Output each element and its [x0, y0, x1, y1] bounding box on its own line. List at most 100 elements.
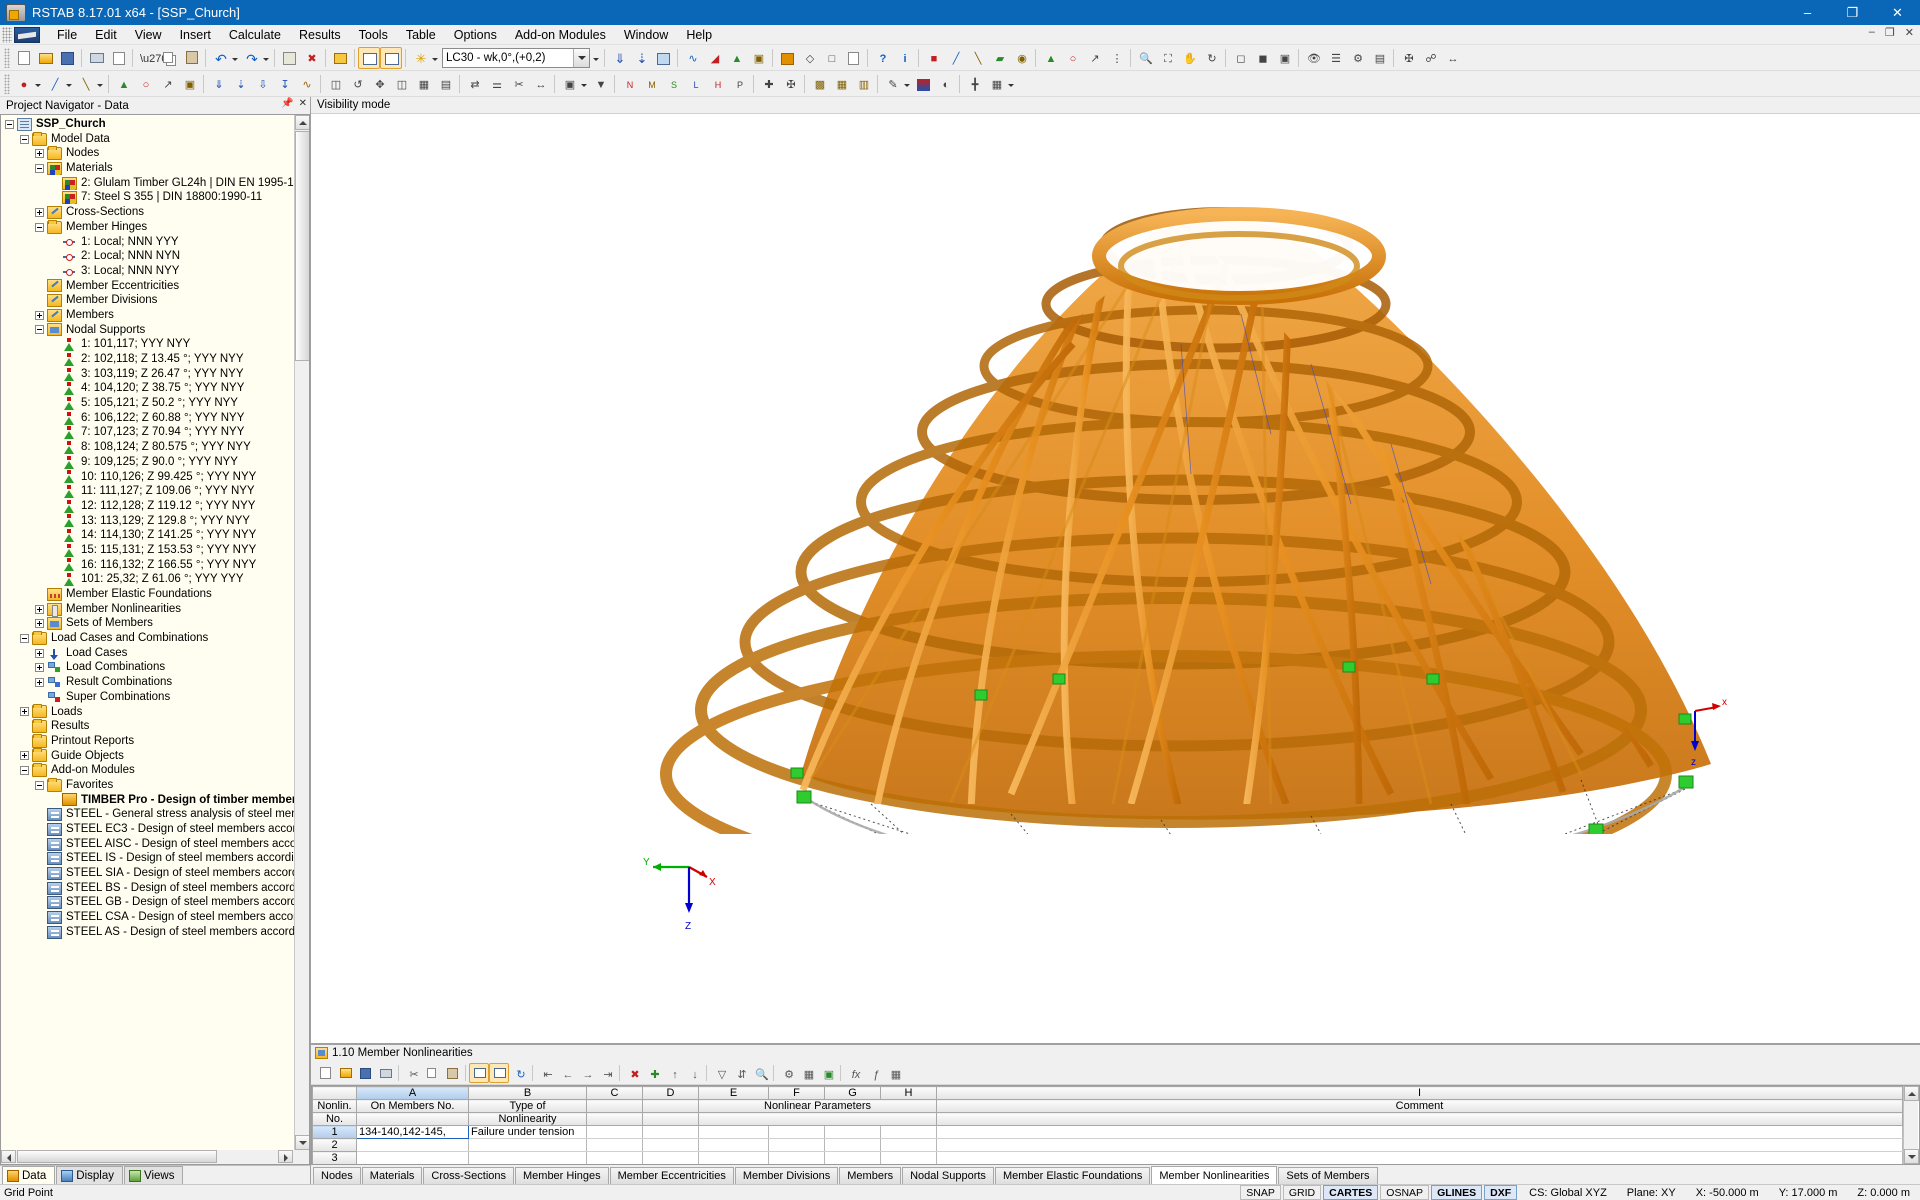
- eccentricity-icon[interactable]: ↗: [1083, 47, 1105, 69]
- row-number-cell[interactable]: 2: [312, 1138, 357, 1153]
- cell-e[interactable]: [698, 1138, 769, 1153]
- column-letter-header-I[interactable]: I: [936, 1086, 1903, 1101]
- cell-f[interactable]: [768, 1125, 825, 1140]
- table-function-icon[interactable]: fx: [844, 1063, 864, 1083]
- table-copy-icon[interactable]: [422, 1063, 442, 1083]
- tree-node-15-115-131-z-153-53-yyy-nyy[interactable]: 15: 115,131; Z 153.53 °; YYY NYY: [3, 543, 309, 558]
- tree-node-member-eccentricities[interactable]: Member Eccentricities: [3, 279, 309, 294]
- supports-icon[interactable]: ▲: [1039, 47, 1061, 69]
- table-row[interactable]: 1 134-140,142-145, Failure under tension: [312, 1125, 1903, 1140]
- new-member-hinge-icon[interactable]: ○: [134, 73, 156, 95]
- collapse-icon[interactable]: [20, 633, 29, 643]
- save-file-icon[interactable]: [56, 47, 78, 69]
- cell-e[interactable]: [698, 1125, 769, 1140]
- cell-c[interactable]: [586, 1125, 643, 1140]
- tree-node-steel-ec3-design-of-steel-members-accord[interactable]: STEEL EC3 - Design of steel members acco…: [3, 822, 309, 837]
- tree-node-loads[interactable]: Loads: [3, 704, 309, 720]
- table-refresh-icon[interactable]: ↻: [509, 1063, 529, 1083]
- tree-node-materials[interactable]: Materials: [3, 161, 309, 176]
- hscroll-thumb[interactable]: [17, 1150, 217, 1163]
- tree-node-5-105-121-z-50-2-yyy-nyy[interactable]: 5: 105,121; Z 50.2 °; YYY NYY: [3, 396, 309, 411]
- measure-icon[interactable]: ☍: [1419, 47, 1441, 69]
- toolbar-grip-1[interactable]: [4, 47, 10, 68]
- menu-item-window[interactable]: Window: [615, 26, 677, 44]
- section-label-icon[interactable]: P: [728, 73, 750, 95]
- load-wizard-icon[interactable]: ⇣: [630, 47, 652, 69]
- tree-node-model-data[interactable]: Model Data: [3, 131, 309, 147]
- table-grid-icon[interactable]: [380, 46, 402, 69]
- mdi-close-button[interactable]: ✕: [1903, 26, 1916, 39]
- table-open-icon[interactable]: [335, 1063, 355, 1083]
- selection-filter-icon[interactable]: ▼: [589, 73, 611, 95]
- tree-node-guide-objects[interactable]: Guide Objects: [3, 748, 309, 764]
- new-line-dropdown-arrow[interactable]: [65, 73, 74, 95]
- status-toggle-glines[interactable]: GLINES: [1431, 1185, 1483, 1200]
- tree-node-cross-sections[interactable]: Cross-Sections: [3, 205, 309, 220]
- rotate-icon[interactable]: ↻: [1200, 47, 1222, 69]
- tree-node-8-108-124-z-80-575-yyy-nyy[interactable]: 8: 108,124; Z 80.575 °; YYY NYY: [3, 440, 309, 455]
- transparency-icon[interactable]: ◐: [934, 73, 956, 95]
- expand-icon[interactable]: [35, 604, 44, 614]
- trim-icon[interactable]: ✂: [507, 73, 529, 95]
- expand-icon[interactable]: [35, 310, 44, 320]
- copy-icon[interactable]: [158, 47, 180, 69]
- table-sort-icon[interactable]: ⇵: [730, 1063, 750, 1083]
- menu-item-calculate[interactable]: Calculate: [220, 26, 290, 44]
- mdi-minimize-button[interactable]: –: [1867, 26, 1877, 39]
- table-move-down-icon[interactable]: ↓: [683, 1063, 703, 1083]
- hscroll-left-button[interactable]: [1, 1150, 16, 1163]
- column-letter-header-C[interactable]: C: [586, 1086, 643, 1101]
- navigator-tab-data[interactable]: Data: [2, 1166, 56, 1184]
- cell-i[interactable]: [936, 1138, 1903, 1153]
- cell-i[interactable]: [936, 1151, 1903, 1165]
- settings-gear-icon[interactable]: ⚙: [1346, 47, 1368, 69]
- navigator-vertical-scrollbar[interactable]: [294, 115, 309, 1150]
- expand-icon[interactable]: [35, 648, 44, 658]
- new-imperfection-icon[interactable]: ∿: [295, 73, 317, 95]
- cell-h[interactable]: [880, 1151, 937, 1165]
- table-tab-member-nonlinearities[interactable]: Member Nonlinearities: [1151, 1166, 1278, 1184]
- toolbar-grip-2[interactable]: [4, 73, 10, 94]
- cell-f[interactable]: [768, 1138, 825, 1153]
- expand-icon[interactable]: [20, 751, 29, 761]
- row-number-cell[interactable]: 1: [312, 1125, 357, 1140]
- close-button[interactable]: ✕: [1875, 0, 1920, 25]
- tree-node-results[interactable]: Results: [3, 719, 309, 734]
- cell-e[interactable]: [698, 1151, 769, 1165]
- cell-g[interactable]: [824, 1138, 881, 1153]
- paste-icon[interactable]: [180, 47, 202, 69]
- new-member-eccentricity-icon[interactable]: ↗: [156, 73, 178, 95]
- column-letter-header-H[interactable]: H: [880, 1086, 937, 1101]
- tree-node-16-116-132-z-166-55-yyy-nyy[interactable]: 16: 116,132; Z 166.55 °; YYY NYY: [3, 558, 309, 573]
- guide-lines-icon[interactable]: ╋: [963, 73, 985, 95]
- cell-h[interactable]: [880, 1138, 937, 1153]
- table-row[interactable]: 2: [312, 1138, 1903, 1153]
- tree-node-steel-bs-design-of-steel-members-accordi[interactable]: STEEL BS - Design of steel members accor…: [3, 881, 309, 896]
- tree-node-steel-aisc-design-of-steel-members-accor[interactable]: STEEL AISC - Design of steel members acc…: [3, 837, 309, 852]
- undo-dropdown-arrow[interactable]: [231, 47, 240, 69]
- zoom-all-icon[interactable]: ⛶: [1156, 47, 1178, 69]
- visibility-icon[interactable]: 👁: [1302, 47, 1324, 69]
- mirror-icon[interactable]: ◫: [324, 73, 346, 95]
- table-calculator-icon[interactable]: ▦: [884, 1063, 904, 1083]
- table-columns-icon[interactable]: ▦: [797, 1063, 817, 1083]
- table-grid-area[interactable]: A B C D E F G H I Nonlin. On Members No. Type of Non…: [311, 1085, 1920, 1165]
- table-insert-row-icon[interactable]: ✚: [643, 1063, 663, 1083]
- array-icon[interactable]: ▦: [412, 73, 434, 95]
- select-all-icon[interactable]: ▣: [558, 73, 580, 95]
- tree-node-steel-general-stress-analysis-of-steel-m[interactable]: STEEL - General stress analysis of steel…: [3, 807, 309, 822]
- expand-icon[interactable]: [35, 619, 44, 629]
- table-cut-icon[interactable]: ✂: [402, 1063, 422, 1083]
- solids-icon[interactable]: ◉: [1010, 47, 1032, 69]
- collapse-icon[interactable]: [20, 134, 29, 144]
- zoom-window-icon[interactable]: 🔍: [1134, 47, 1156, 69]
- work-plane-dropdown-arrow[interactable]: [1007, 73, 1016, 95]
- support-reactions-icon[interactable]: ▲: [725, 47, 747, 69]
- tree-node-load-cases[interactable]: Load Cases: [3, 646, 309, 661]
- column-letter-header-G[interactable]: G: [824, 1086, 881, 1101]
- collapse-icon[interactable]: [5, 119, 14, 129]
- deformation-icon[interactable]: ∿: [681, 47, 703, 69]
- tree-node-7-steel-s-355-din-18800-1990-11[interactable]: 7: Steel S 355 | DIN 18800:1990-11: [3, 190, 309, 205]
- redo-icon[interactable]: ↷: [240, 47, 262, 69]
- status-toggle-cartes[interactable]: CARTES: [1323, 1185, 1379, 1200]
